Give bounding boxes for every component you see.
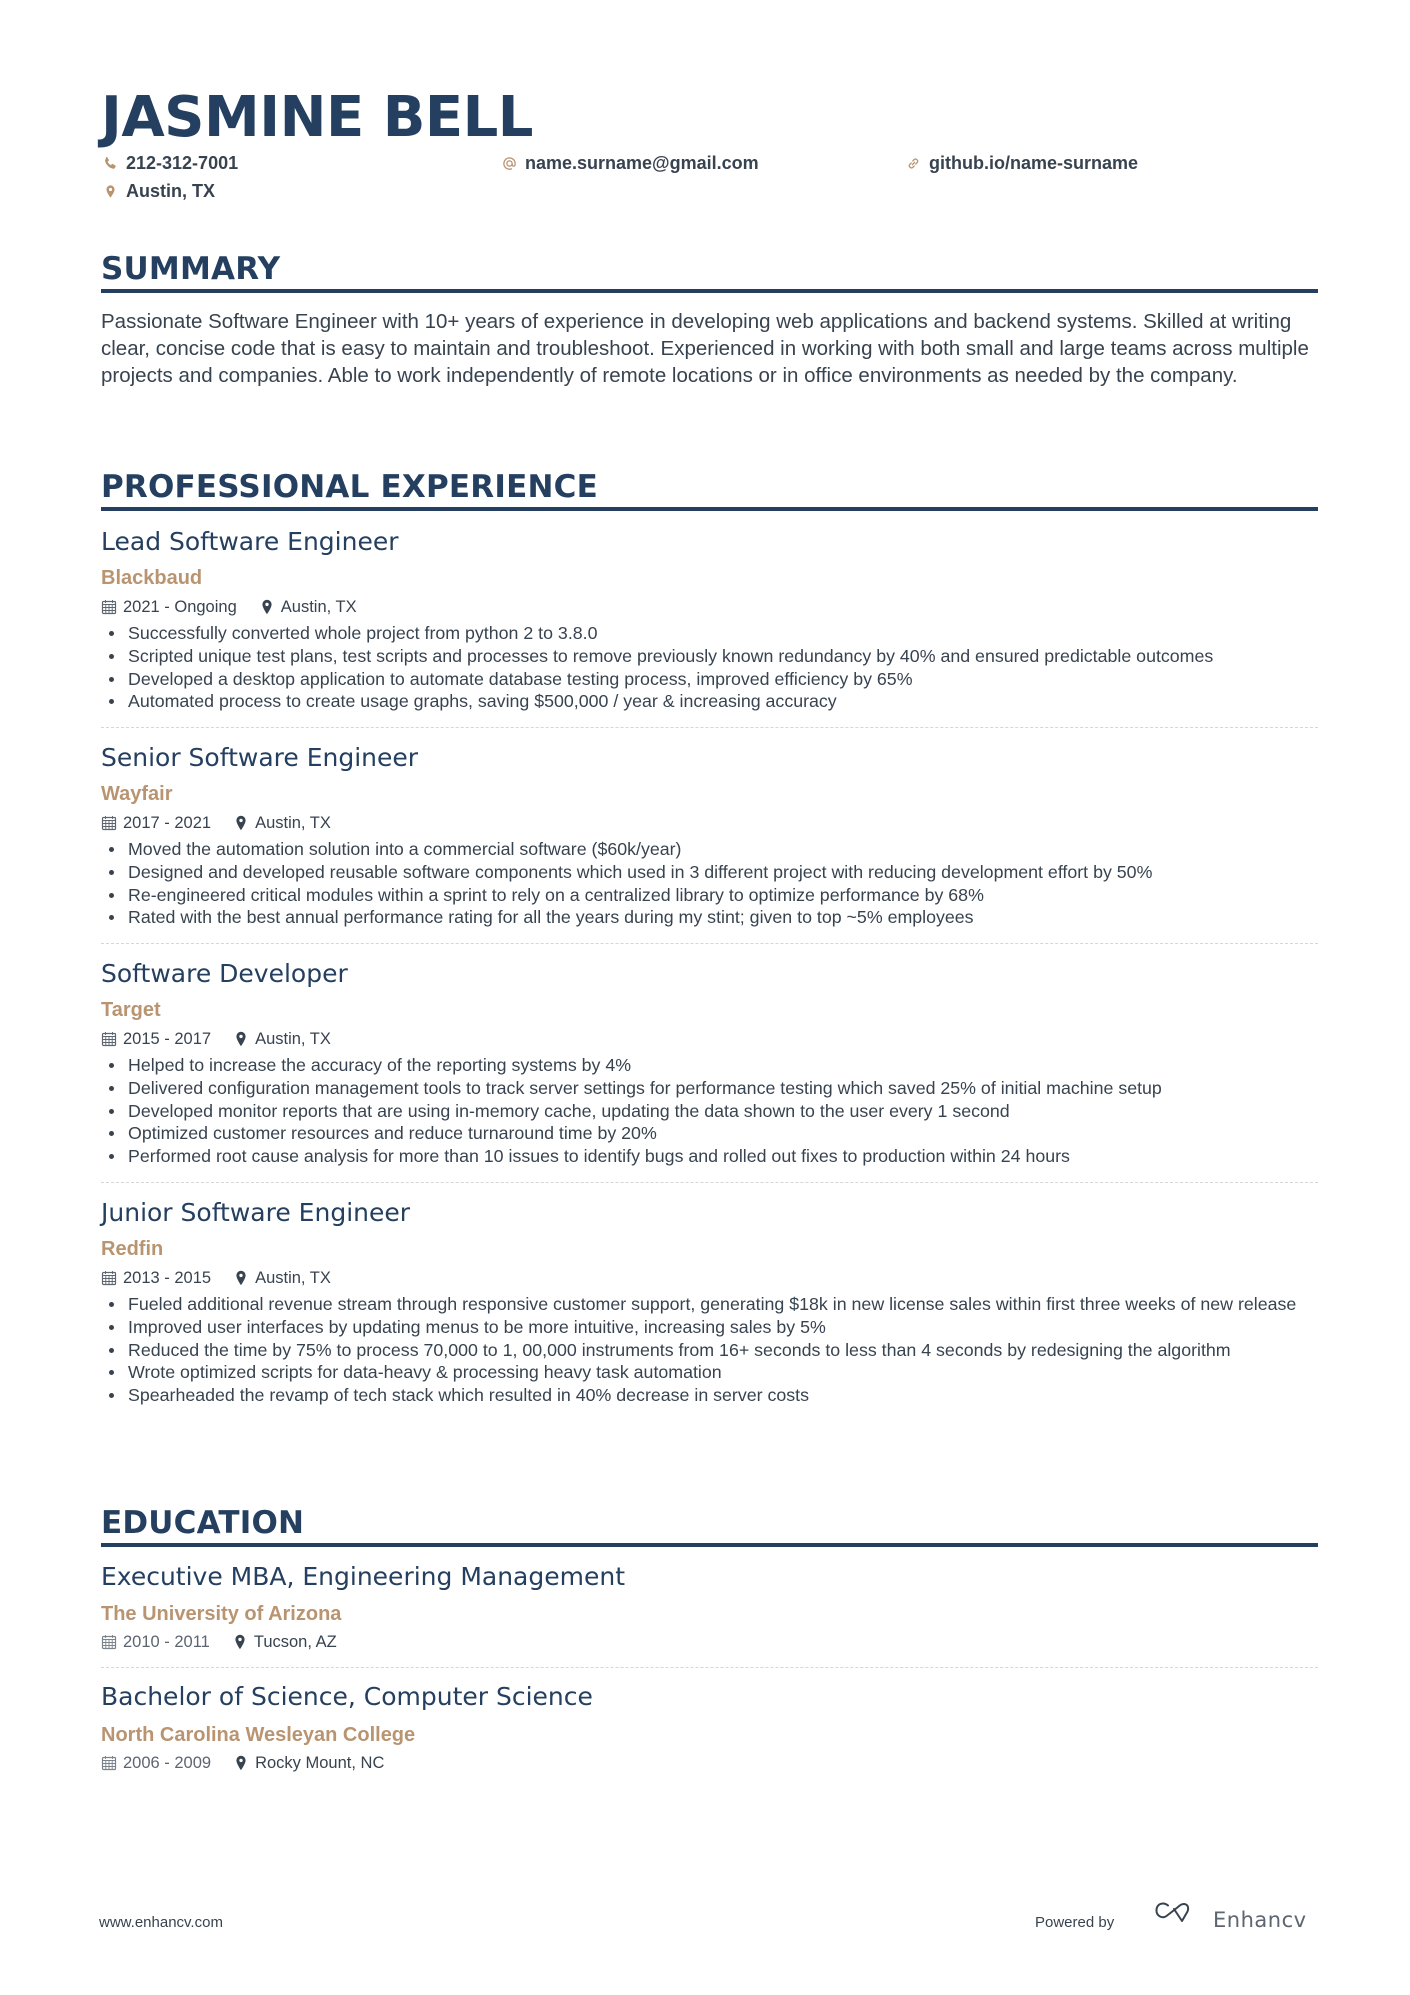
job-bullets: Helped to increase the accuracy of the r… (101, 1054, 1318, 1168)
phone-icon (101, 155, 119, 173)
bullet-item: Optimized customer resources and reduce … (101, 1122, 1318, 1145)
education-meta: 2006 - 2009 Rocky Mount, NC (101, 1753, 384, 1773)
bullet-item: Fueled additional revenue stream through… (101, 1293, 1318, 1316)
location-pin-icon (261, 599, 273, 615)
education-location: Rocky Mount, NC (255, 1754, 385, 1772)
bullet-item: Reduced the time by 75% to process 70,00… (101, 1339, 1318, 1362)
section-title-experience: PROFESSIONAL EXPERIENCE (101, 469, 598, 505)
bullet-item: Improved user interfaces by updating men… (101, 1316, 1318, 1339)
section-divider (101, 1543, 1318, 1547)
bullet-item: Scripted unique test plans, test scripts… (101, 645, 1318, 668)
job-location: Austin, TX (255, 1030, 331, 1048)
company-name: Target (101, 999, 161, 1021)
location-pin-icon (234, 1634, 246, 1650)
location-pin-icon (235, 1031, 247, 1047)
bullet-item: Designed and developed reusable software… (101, 861, 1318, 884)
job-meta: 2021 - Ongoing Austin, TX (101, 597, 357, 617)
education-meta: 2010 - 2011 Tucson, AZ (101, 1632, 337, 1652)
job-dates: 2015 - 2017 (123, 1030, 212, 1048)
job-dates: 2013 - 2015 (123, 1269, 212, 1287)
at-icon (500, 155, 518, 173)
job-title: Software Developer (101, 959, 348, 988)
entry-separator (101, 1182, 1318, 1183)
job-meta: 2015 - 2017 Austin, TX (101, 1029, 331, 1049)
contact-phone: 212-312-7001 (101, 153, 238, 174)
degree-title: Bachelor of Science, Computer Science (101, 1682, 593, 1711)
bullet-item: Performed root cause analysis for more t… (101, 1145, 1318, 1168)
location-pin-icon (101, 183, 119, 201)
location-pin-icon (235, 815, 247, 831)
enhancv-brand-text[interactable]: Enhancv (1213, 1908, 1307, 1932)
job-location: Austin, TX (255, 1269, 331, 1287)
calendar-icon (101, 1634, 117, 1650)
calendar-icon (101, 1270, 117, 1286)
section-divider (101, 507, 1318, 511)
link-icon (904, 155, 922, 173)
bullet-item: Delivered configuration management tools… (101, 1077, 1318, 1100)
job-meta: 2013 - 2015 Austin, TX (101, 1268, 331, 1288)
location-pin-icon (235, 1755, 247, 1771)
bullet-item: Developed a desktop application to autom… (101, 668, 1318, 691)
education-location: Tucson, AZ (253, 1633, 337, 1651)
education-dates: 2006 - 2009 (123, 1754, 212, 1772)
education-dates: 2010 - 2011 (123, 1633, 210, 1651)
bullet-item: Re-engineered critical modules within a … (101, 884, 1318, 907)
job-bullets: Moved the automation solution into a com… (101, 838, 1318, 929)
company-name: Blackbaud (101, 567, 203, 589)
bullet-item: Spearheaded the revamp of tech stack whi… (101, 1384, 1318, 1407)
bullet-item: Successfully converted whole project fro… (101, 622, 1318, 645)
job-title: Senior Software Engineer (101, 743, 419, 772)
section-title-summary: SUMMARY (101, 251, 281, 287)
summary-text: Passionate Software Engineer with 10+ ye… (101, 310, 1309, 387)
bullet-item: Moved the automation solution into a com… (101, 838, 1318, 861)
entry-separator (101, 1667, 1318, 1668)
degree-title: Executive MBA, Engineering Management (101, 1562, 626, 1591)
school-name: North Carolina Wesleyan College (101, 1724, 416, 1746)
bullet-item: Automated process to create usage graphs… (101, 690, 1318, 713)
email-link[interactable]: name.surname@gmail.com (525, 153, 759, 174)
calendar-icon (101, 1031, 117, 1047)
job-bullets: Fueled additional revenue stream through… (101, 1293, 1318, 1407)
section-title-education: EDUCATION (101, 1505, 305, 1541)
location-pin-icon (235, 1270, 247, 1286)
calendar-icon (101, 815, 117, 831)
bullet-item: Helped to increase the accuracy of the r… (101, 1054, 1318, 1077)
phone-text[interactable]: 212-312-7001 (126, 153, 238, 174)
job-meta: 2017 - 2021 Austin, TX (101, 813, 331, 833)
contact-link: github.io/name-surname (904, 153, 1138, 174)
section-divider (101, 289, 1318, 293)
github-link[interactable]: github.io/name-surname (929, 153, 1138, 174)
calendar-icon (101, 599, 117, 615)
bullet-item: Rated with the best annual performance r… (101, 906, 1318, 929)
entry-separator (101, 943, 1318, 944)
job-location: Austin, TX (280, 598, 357, 616)
company-name: Redfin (101, 1238, 164, 1260)
powered-by-label: Powered by (1035, 1914, 1115, 1931)
enhancv-logo-icon (1155, 1902, 1190, 1922)
bullet-item: Developed monitor reports that are using… (101, 1100, 1318, 1123)
contact-location: Austin, TX (101, 181, 215, 202)
bullet-item: Wrote optimized scripts for data-heavy &… (101, 1361, 1318, 1384)
job-dates: 2021 - Ongoing (123, 598, 237, 616)
entry-separator (101, 727, 1318, 728)
company-name: Wayfair (101, 783, 173, 805)
footer-website-link[interactable]: www.enhancv.com (99, 1914, 223, 1931)
school-name: The University of Arizona (101, 1603, 342, 1625)
calendar-icon (101, 1755, 117, 1771)
job-dates: 2017 - 2021 (123, 814, 212, 832)
job-bullets: Successfully converted whole project fro… (101, 622, 1318, 713)
job-location: Austin, TX (255, 814, 331, 832)
job-title: Lead Software Engineer (101, 527, 399, 556)
contact-email: name.surname@gmail.com (500, 153, 759, 174)
location-text: Austin, TX (126, 181, 215, 201)
candidate-name: JASMINE BELL (101, 85, 534, 150)
job-title: Junior Software Engineer (101, 1198, 411, 1227)
